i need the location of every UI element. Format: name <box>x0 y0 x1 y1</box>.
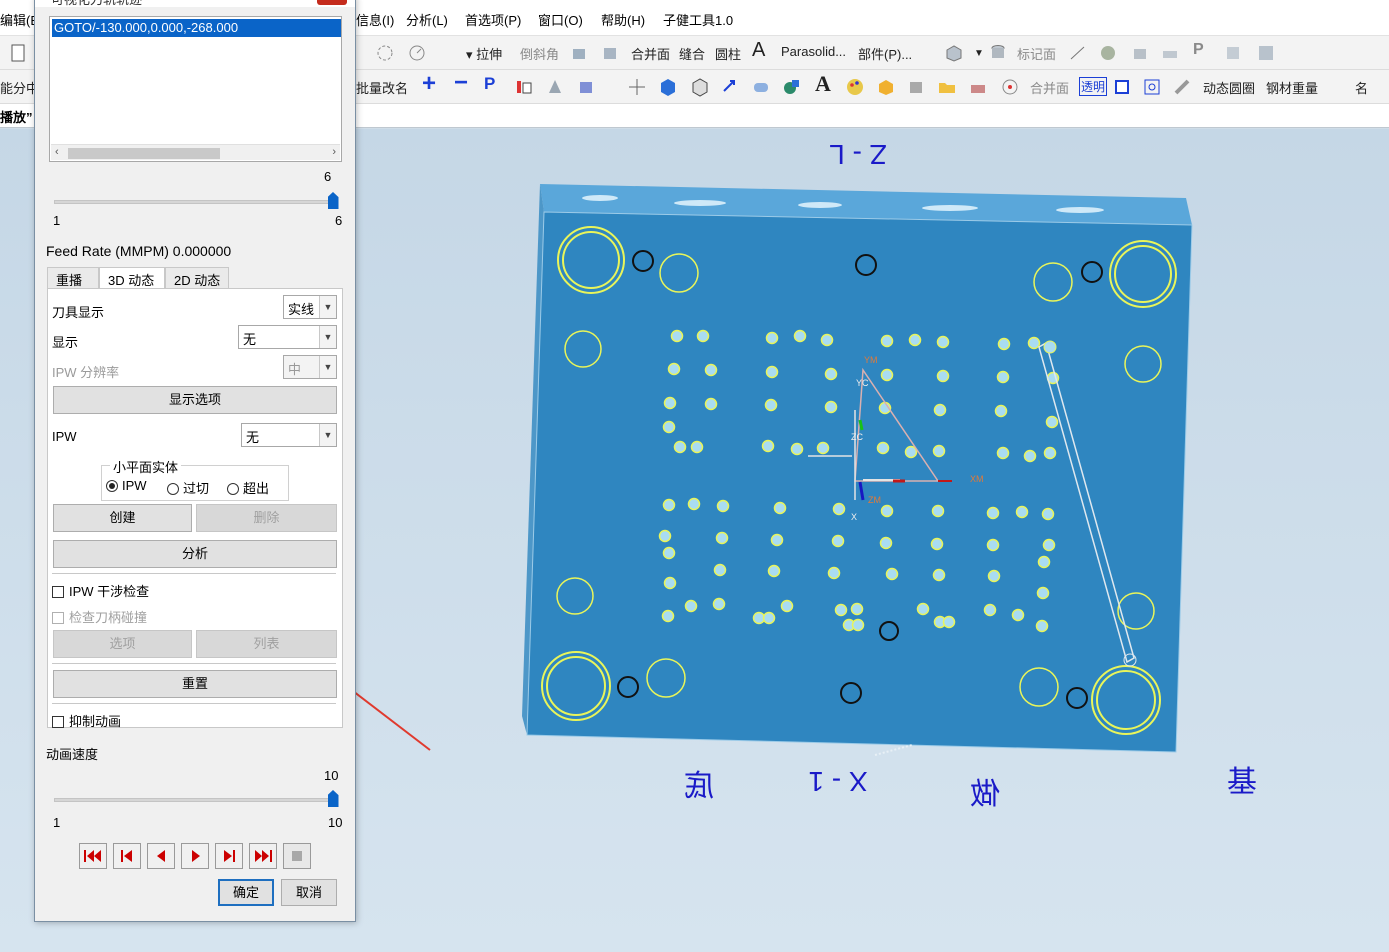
list-horizontal-scrollbar[interactable]: ‹ › <box>51 144 340 160</box>
ipw-collision-check-label: IPW 干涉检查 <box>69 584 150 599</box>
step-slider-min: 1 <box>53 213 61 228</box>
tool-display-value: 实线 <box>288 302 315 317</box>
ipw-collision-check[interactable]: IPW 干涉检查 <box>52 581 149 600</box>
divider <box>52 703 336 704</box>
radio-unchecked-icon <box>227 483 239 495</box>
ok-button[interactable]: 确定 <box>218 879 274 906</box>
tool-display-select[interactable]: 实线 ▼ <box>283 295 337 319</box>
speed-slider-max: 10 <box>328 815 343 830</box>
play-reverse-icon <box>157 850 165 862</box>
tab-replay[interactable]: 重播 <box>47 267 99 289</box>
divider <box>52 663 336 664</box>
chevron-down-icon[interactable]: ▼ <box>319 296 336 318</box>
step-forward-button[interactable] <box>215 843 243 869</box>
tab-2d-dynamic[interactable]: 2D 动态 <box>165 267 229 289</box>
tab-3d-dynamic[interactable]: 3D 动态 <box>99 267 165 289</box>
holder-collision-check-label: 检查刀柄碰撞 <box>69 610 148 625</box>
ipw-resolution-select: 中 ▼ <box>283 355 337 379</box>
checkbox-icon <box>52 716 64 728</box>
radio-checked-icon <box>106 480 118 492</box>
radio-ipw[interactable]: IPW <box>106 478 147 493</box>
close-icon: ✕ <box>327 0 337 3</box>
suppress-animation-check[interactable]: 抑制动画 <box>52 711 121 730</box>
step-slider-thumb[interactable] <box>327 192 339 209</box>
radio-ipw-label: IPW <box>122 478 147 493</box>
skip-to-end-icon <box>255 850 272 862</box>
reset-button[interactable]: 重置 <box>53 670 337 698</box>
divider <box>52 573 336 574</box>
tool-path-visualization-dialog: 可视化刀轨轨迹 ✕ GOTO/-130.000,0.000,-268.000 ‹… <box>34 0 356 922</box>
speed-slider-value: 10 <box>324 768 339 783</box>
display-value: 无 <box>243 332 257 347</box>
ipw-resolution-label: IPW 分辨率 <box>52 365 120 380</box>
dialog-title: 可视化刀轨轨迹 <box>51 0 142 8</box>
fast-forward-end-button[interactable] <box>249 843 277 869</box>
holder-collision-check: 检查刀柄碰撞 <box>52 607 147 626</box>
step-forward-icon <box>224 850 235 862</box>
close-button[interactable]: ✕ <box>317 0 347 5</box>
skip-to-start-icon <box>84 850 101 862</box>
radio-excess-label: 超出 <box>243 481 270 496</box>
speed-slider-min: 1 <box>53 815 61 830</box>
create-button[interactable]: 创建 <box>53 504 192 532</box>
chevron-down-icon: ▼ <box>319 356 336 378</box>
checkbox-icon <box>52 586 64 598</box>
rewind-to-start-button[interactable] <box>79 843 107 869</box>
step-slider-max: 6 <box>335 213 343 228</box>
display-label: 显示 <box>52 335 79 350</box>
delete-button: 删除 <box>196 504 337 532</box>
tool-display-label: 刀具显示 <box>52 305 105 320</box>
facet-solid-group: 小平面实体 IPW 过切 超出 <box>101 457 289 501</box>
chevron-down-icon[interactable]: ▼ <box>319 326 336 348</box>
radio-overcut-label: 过切 <box>183 481 210 496</box>
radio-unchecked-icon <box>167 483 179 495</box>
anim-speed-label: 动画速度 <box>46 747 99 762</box>
list-item-selected[interactable]: GOTO/-130.000,0.000,-268.000 <box>52 19 341 37</box>
step-slider-value: 6 <box>324 169 332 184</box>
step-slider[interactable] <box>54 200 337 204</box>
scroll-right-icon[interactable]: › <box>332 146 336 158</box>
facet-solid-group-title: 小平面实体 <box>110 457 182 476</box>
scroll-thumb[interactable] <box>68 148 220 159</box>
ipw-resolution-value: 中 <box>288 362 302 377</box>
speed-slider-thumb[interactable] <box>327 790 339 807</box>
checkbox-icon <box>52 612 64 624</box>
ipw-select[interactable]: 无 ▼ <box>241 423 337 447</box>
ipw-value: 无 <box>246 430 260 445</box>
suppress-animation-label: 抑制动画 <box>69 714 122 729</box>
step-back-start-button[interactable] <box>113 843 141 869</box>
speed-slider[interactable] <box>54 798 337 802</box>
dialog-titlebar: 可视化刀轨轨迹 ✕ <box>35 0 355 7</box>
display-options-button[interactable]: 显示选项 <box>53 386 337 414</box>
cancel-button[interactable]: 取消 <box>281 879 337 906</box>
radio-excess[interactable]: 超出 <box>227 478 269 497</box>
stop-button <box>283 843 311 869</box>
scroll-left-icon[interactable]: ‹ <box>55 146 59 158</box>
play-forward-button[interactable] <box>181 843 209 869</box>
display-select[interactable]: 无 ▼ <box>238 325 337 349</box>
feed-rate-label: Feed Rate (MMPM) 0.000000 <box>46 243 232 259</box>
step-back-icon <box>121 850 132 862</box>
chevron-down-icon[interactable]: ▼ <box>319 424 336 446</box>
play-icon <box>192 850 200 862</box>
play-reverse-button[interactable] <box>147 843 175 869</box>
options-button: 选项 <box>53 630 192 658</box>
list-button: 列表 <box>196 630 337 658</box>
radio-overcut[interactable]: 过切 <box>167 478 209 497</box>
stop-icon <box>292 851 302 861</box>
tool-path-list[interactable]: GOTO/-130.000,0.000,-268.000 ‹ › <box>49 16 342 162</box>
analyze-button[interactable]: 分析 <box>53 540 337 568</box>
ipw-label: IPW <box>52 429 77 444</box>
